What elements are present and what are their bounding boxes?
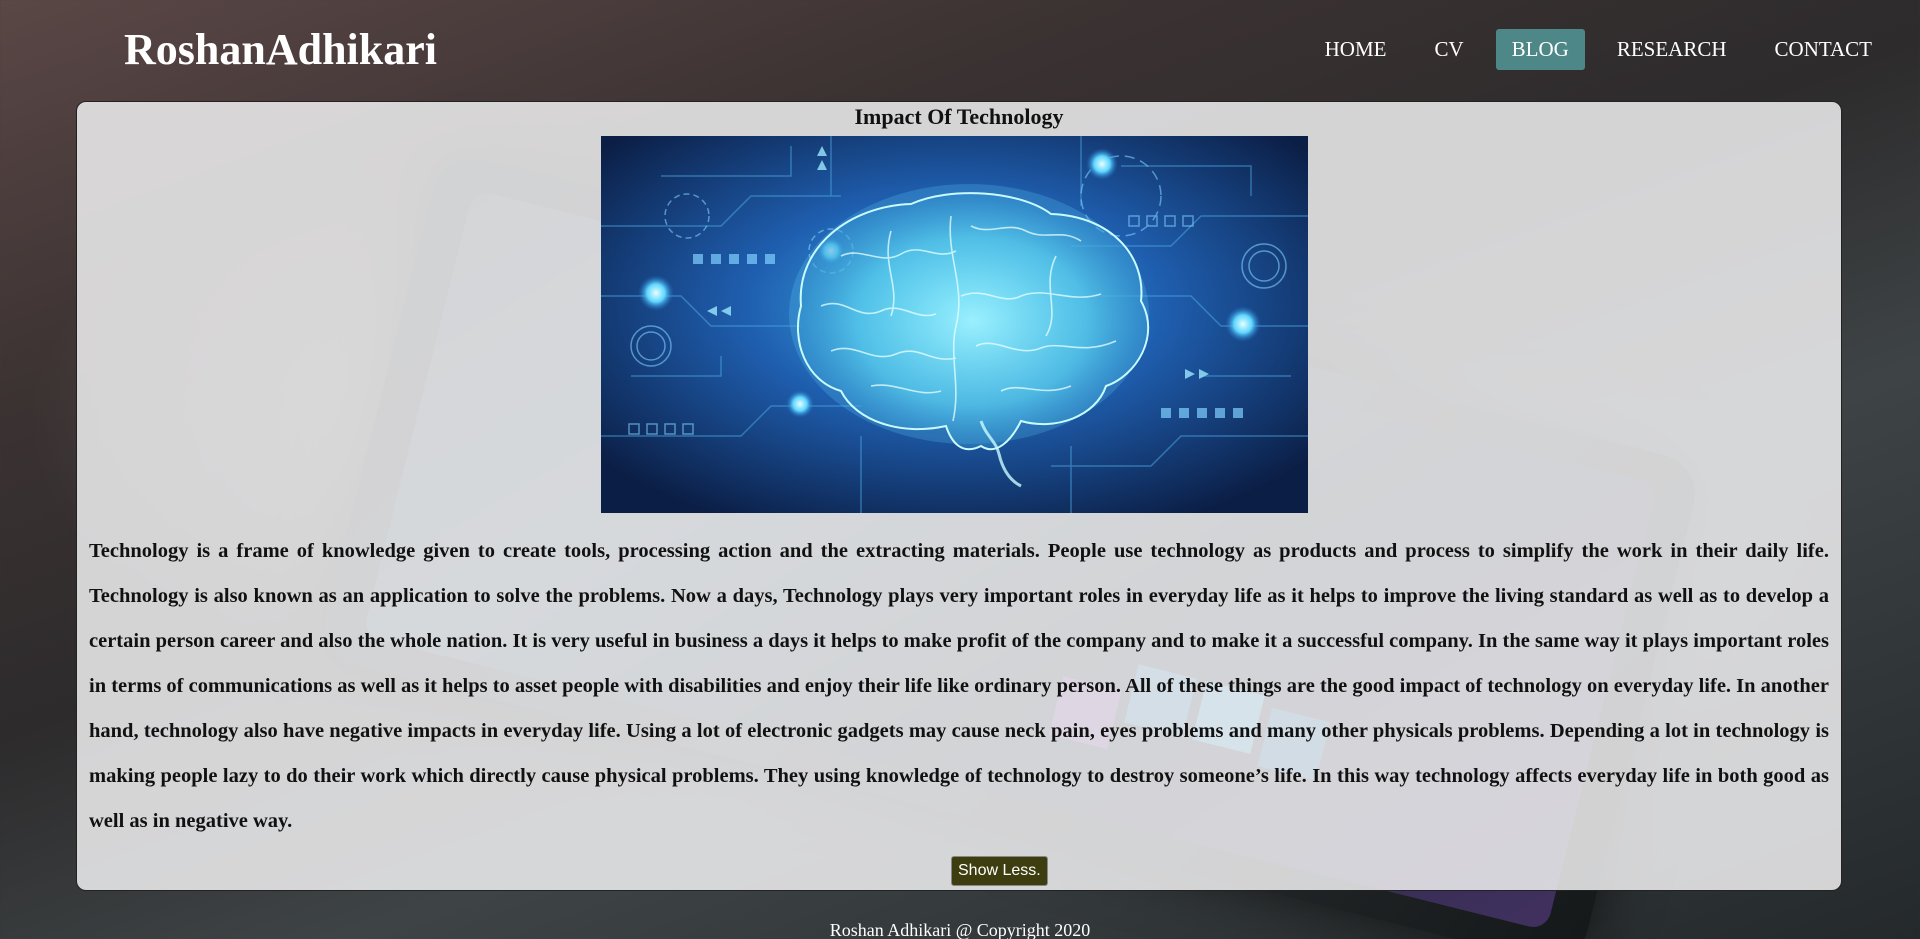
nav-blog[interactable]: BLOG — [1495, 29, 1585, 70]
nav-contact[interactable]: CONTACT — [1759, 29, 1888, 70]
site-logo[interactable]: RoshanAdhikari — [124, 22, 437, 78]
nav-home[interactable]: HOME — [1309, 29, 1403, 70]
post-body: Technology is a frame of knowledge given… — [89, 540, 1829, 832]
blog-post-card: Impact Of Technology Technology is a fra… — [76, 101, 1842, 891]
brain-circuit-image — [601, 136, 1308, 513]
show-less-button[interactable]: Show Less. — [951, 856, 1048, 886]
main-nav: HOME CV BLOG RESEARCH CONTACT — [1309, 29, 1888, 70]
nav-research[interactable]: RESEARCH — [1601, 29, 1743, 70]
site-header: RoshanAdhikari HOME CV BLOG RESEARCH CON… — [0, 0, 1920, 100]
nav-cv[interactable]: CV — [1418, 29, 1479, 70]
post-title: Impact Of Technology — [854, 104, 1064, 129]
footer-copyright: Roshan Adhikari @ Copyright 2020 — [829, 920, 1091, 939]
